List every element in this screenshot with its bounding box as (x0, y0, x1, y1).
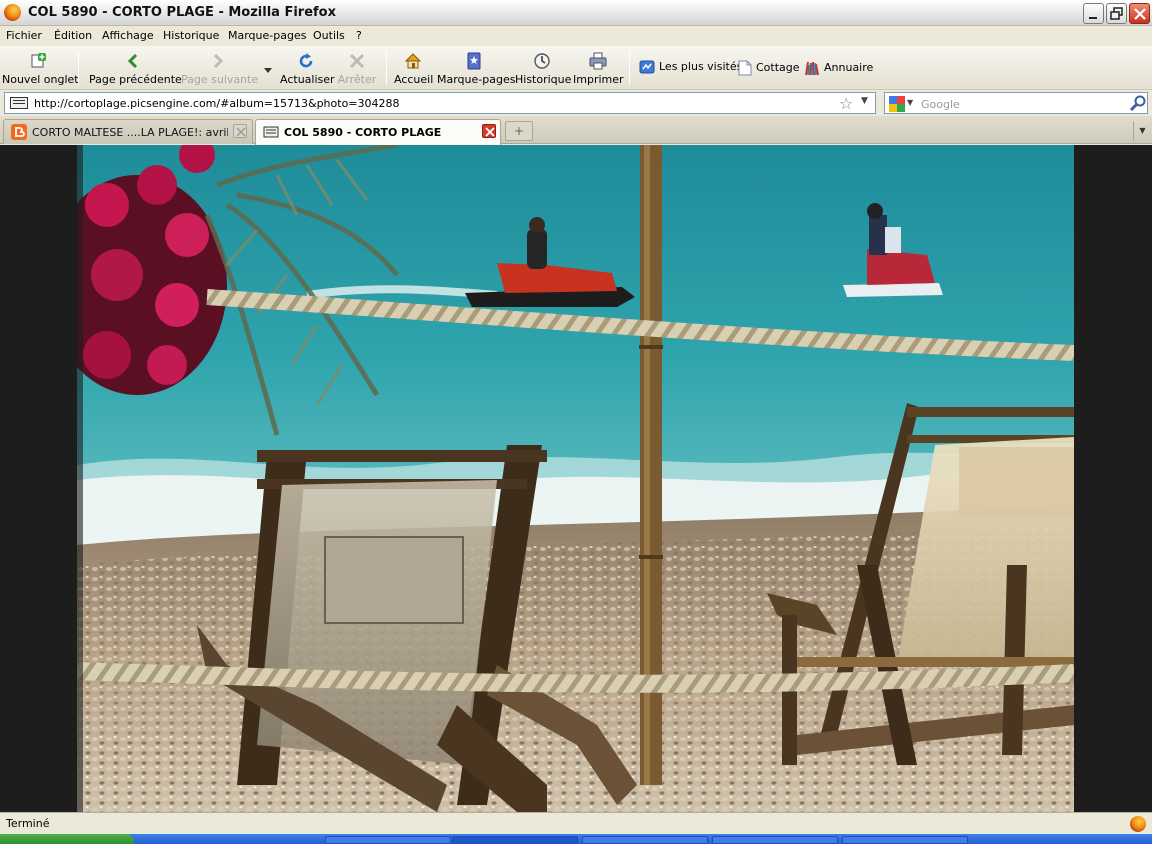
taskbar-item[interactable] (325, 836, 451, 844)
taskbar-item[interactable] (582, 836, 708, 844)
address-row: http://cortoplage.picsengine.com/#album=… (0, 90, 1152, 116)
search-input[interactable]: Google (921, 98, 960, 111)
tab-label: COL 5890 - CORTO PLAGE (284, 126, 442, 139)
history-button[interactable]: Historique (515, 50, 572, 86)
back-label: Page précédente (89, 73, 182, 86)
most-visited-icon (639, 60, 655, 74)
restore-icon (1110, 7, 1123, 20)
back-arrow-icon (127, 53, 138, 69)
bookmark-cottage[interactable]: Cottage (738, 60, 800, 78)
menu-affichage[interactable]: Affichage (102, 29, 154, 42)
bookmark-annuaire[interactable]: Annuaire (804, 60, 873, 78)
new-tab-label: Nouvel onglet (2, 73, 79, 86)
minimize-icon (1089, 17, 1097, 19)
stop-icon (349, 53, 365, 69)
status-bar: Terminé (0, 812, 1152, 834)
back-button[interactable]: Page précédente (89, 50, 182, 86)
close-icon (485, 127, 495, 137)
new-tab-icon (31, 53, 46, 68)
new-tab-button[interactable]: Nouvel onglet (2, 50, 79, 86)
history-label: Historique (515, 73, 572, 86)
page-icon (738, 60, 752, 76)
firefox-icon (1130, 816, 1146, 832)
forward-button[interactable]: Page suivante (181, 50, 259, 86)
forward-label: Page suivante (181, 73, 259, 86)
reload-icon (299, 53, 313, 68)
url-dropdown-chevron-icon[interactable]: ▼ (861, 96, 868, 106)
minimize-button[interactable] (1083, 3, 1104, 24)
menu-bar: Fichier Édition Affichage Historique Mar… (0, 26, 1152, 46)
home-label: Accueil (394, 73, 434, 86)
stop-label: Arrêter (337, 73, 377, 86)
url-bar[interactable]: http://cortoplage.picsengine.com/#album=… (4, 92, 876, 114)
bookmarks-button[interactable]: Marque-pages (437, 50, 516, 86)
tab-corto-maltese[interactable]: CORTO MALTESE ....LA PLAGE!: avril 2... (3, 119, 253, 144)
printer-icon (589, 52, 607, 70)
tab-close-button[interactable] (233, 124, 247, 138)
taskbar-item[interactable] (842, 836, 968, 844)
toolbar-separator (386, 51, 387, 85)
site-identity-icon[interactable] (10, 97, 28, 109)
status-text: Terminé (6, 817, 50, 830)
window-title: COL 5890 - CORTO PLAGE - Mozilla Firefox (28, 5, 337, 20)
reload-button[interactable]: Actualiser (280, 50, 335, 86)
start-button[interactable] (0, 834, 134, 844)
page-content (0, 145, 1152, 812)
tab-close-button[interactable] (482, 124, 496, 138)
page-icon (263, 126, 279, 138)
bookmarks-icon (467, 52, 481, 70)
tab-label: CORTO MALTESE ....LA PLAGE!: avril 2... (32, 126, 228, 139)
search-box[interactable]: ▼ Google (884, 92, 1148, 114)
search-icon[interactable] (1129, 94, 1147, 112)
bookmark-cottage-label: Cottage (756, 61, 800, 74)
firefox-icon (4, 4, 21, 21)
reload-label: Actualiser (280, 73, 335, 86)
menu-historique[interactable]: Historique (163, 29, 219, 42)
window-titlebar: COL 5890 - CORTO PLAGE - Mozilla Firefox (0, 0, 1152, 26)
close-window-button[interactable] (1129, 3, 1150, 24)
menu-outils[interactable]: Outils (313, 29, 345, 42)
new-tab-plus-button[interactable]: + (505, 121, 533, 141)
print-label: Imprimer (573, 73, 624, 86)
home-button[interactable]: Accueil (394, 50, 434, 86)
history-dropdown[interactable] (262, 50, 274, 86)
menu-fichier[interactable]: Fichier (6, 29, 42, 42)
bookmark-most-visited-label: Les plus visités (659, 60, 743, 73)
forward-arrow-icon (213, 53, 224, 69)
tab-list-chevron-icon[interactable]: ▼ (1133, 121, 1151, 141)
url-text: http://cortoplage.picsengine.com/#album=… (34, 97, 400, 110)
beach-photo[interactable] (77, 145, 1074, 812)
menu-help[interactable]: ? (356, 29, 362, 42)
toolbar-separator (629, 51, 630, 85)
bookmarks-label: Marque-pages (437, 73, 516, 86)
navigation-toolbar: Nouvel onglet Page précédente Page suiva… (0, 46, 1152, 90)
print-button[interactable]: Imprimer (573, 50, 624, 86)
blogger-icon (11, 124, 27, 140)
tab-strip: CORTO MALTESE ....LA PLAGE!: avril 2... … (0, 116, 1152, 145)
close-icon (1134, 8, 1146, 20)
close-icon (236, 127, 246, 137)
bookmark-star-icon[interactable]: ☆ (839, 94, 853, 113)
taskbar-item[interactable] (452, 836, 578, 844)
menu-marque-pages[interactable]: Marque-pages (228, 29, 306, 42)
taskbar-item[interactable] (712, 836, 838, 844)
tab-col-5890[interactable]: COL 5890 - CORTO PLAGE (255, 119, 501, 145)
bookmark-most-visited[interactable]: Les plus visités (639, 60, 742, 78)
chevron-down-icon (264, 68, 272, 73)
clock-icon (534, 53, 550, 69)
menu-edition[interactable]: Édition (54, 29, 92, 42)
google-engine-icon[interactable] (889, 96, 905, 112)
annuaire-icon (805, 61, 819, 76)
engine-dropdown-chevron-icon[interactable]: ▼ (907, 98, 913, 107)
home-icon (404, 53, 422, 69)
stop-button[interactable]: Arrêter (337, 50, 377, 86)
toolbar-separator (78, 51, 79, 85)
restore-button[interactable] (1106, 3, 1127, 24)
bookmark-annuaire-label: Annuaire (824, 61, 874, 74)
